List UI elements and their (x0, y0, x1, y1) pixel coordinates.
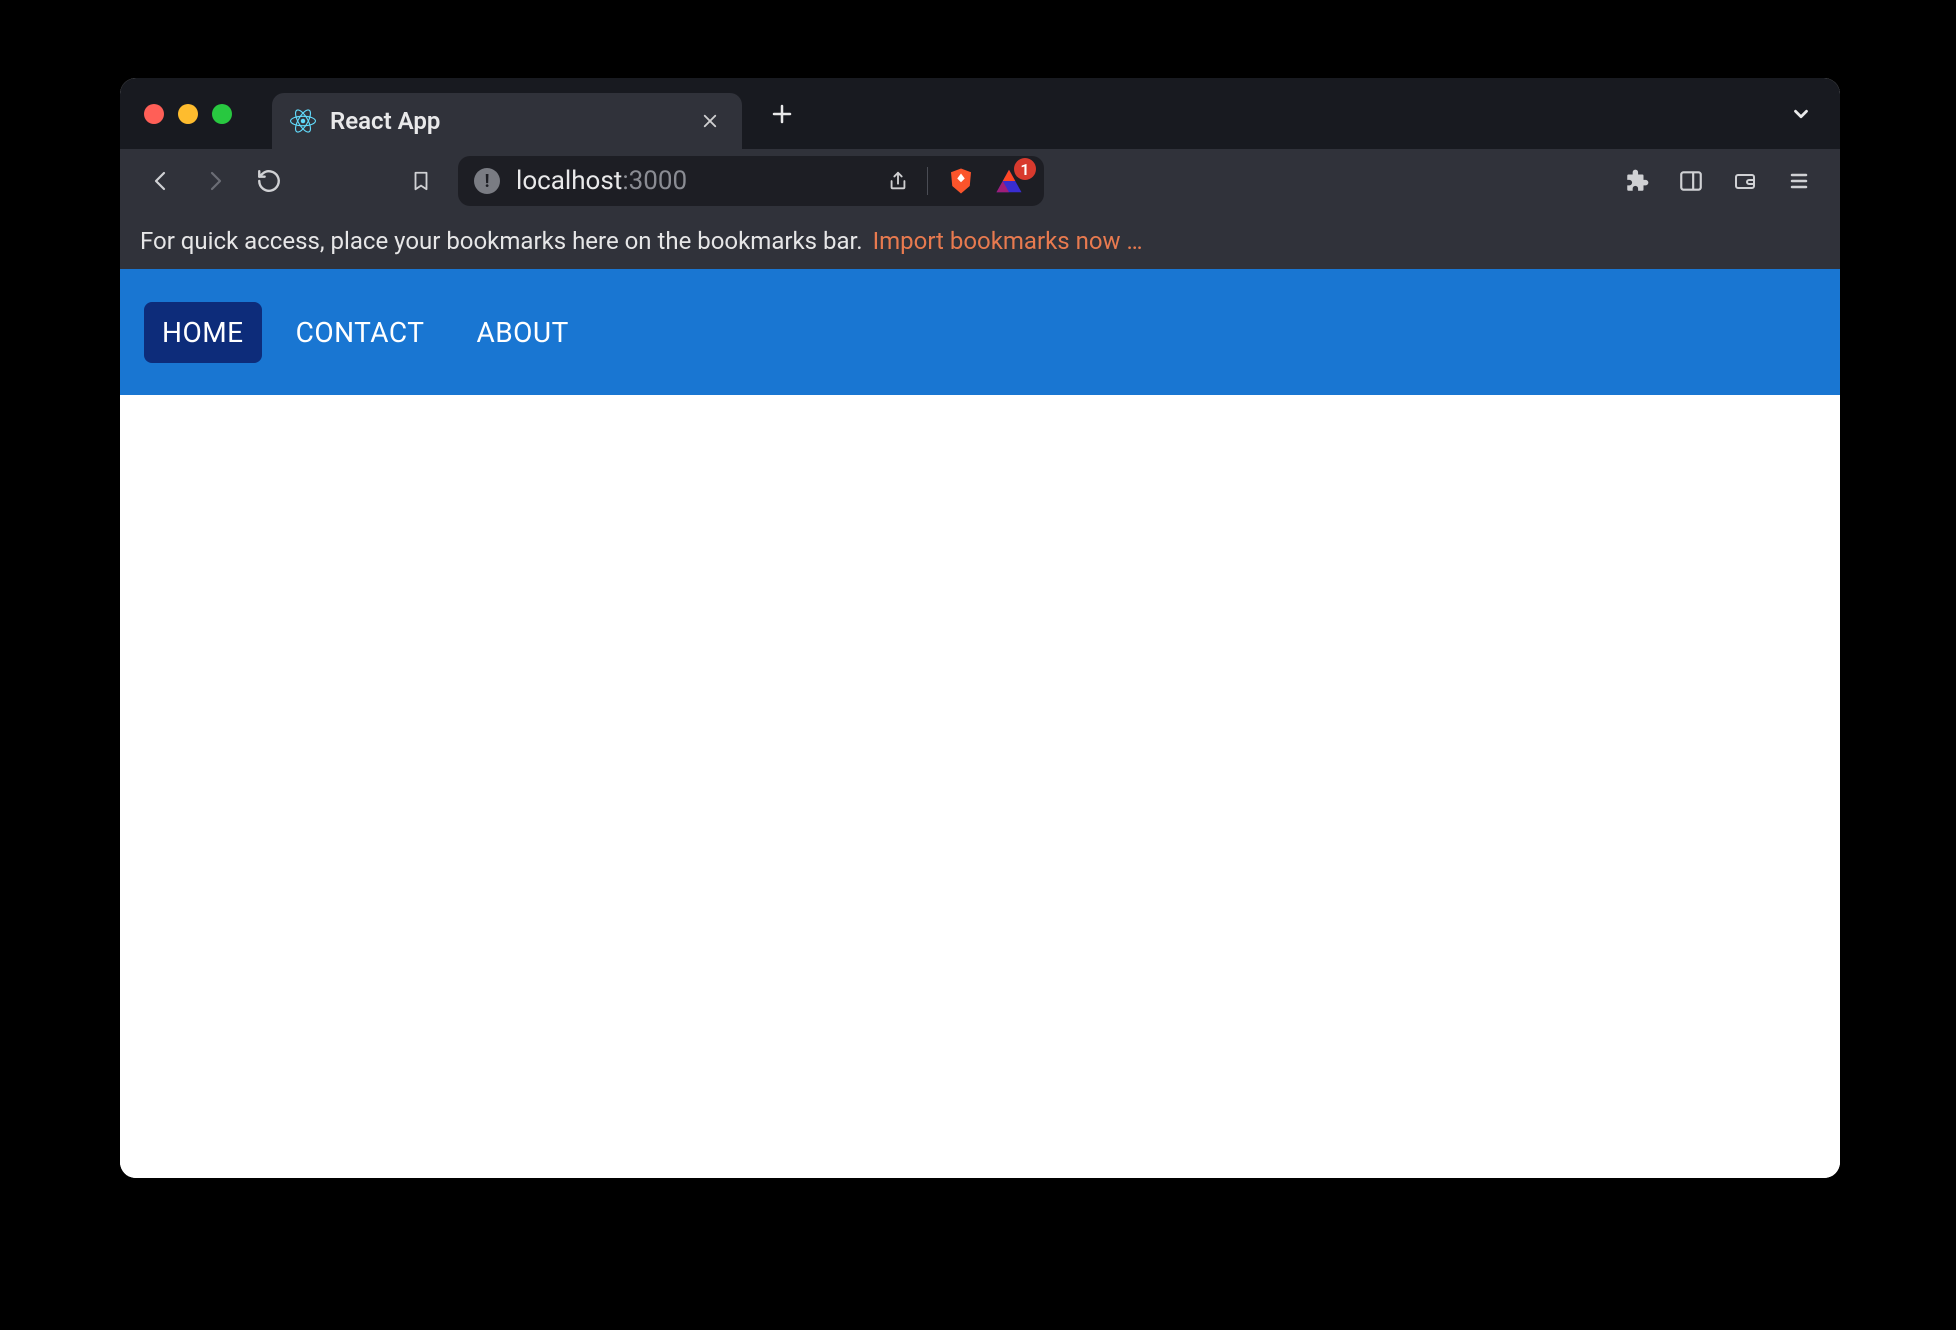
sidepanel-button[interactable] (1668, 158, 1714, 204)
rewards-badge-count: 1 (1014, 158, 1036, 180)
tab-overflow-button[interactable] (1790, 103, 1812, 125)
share-button[interactable] (887, 168, 909, 194)
close-tab-button[interactable] (696, 107, 724, 135)
address-rest: :3000 (622, 166, 687, 196)
nav-item-home[interactable]: HOME (144, 302, 262, 363)
nav-item-about[interactable]: ABOUT (458, 302, 586, 363)
window-minimize-button[interactable] (178, 104, 198, 124)
forward-button[interactable] (192, 158, 238, 204)
brave-shields-icon[interactable] (946, 166, 976, 196)
browser-tab[interactable]: React App (272, 93, 742, 149)
brave-rewards-icon[interactable]: 1 (994, 166, 1028, 196)
browser-toolbar: ! localhost:3000 (120, 149, 1840, 213)
tab-strip: React App (120, 78, 1840, 149)
app-navbar: HOME CONTACT ABOUT (120, 269, 1840, 395)
browser-window: React App (120, 78, 1840, 1178)
wallet-button[interactable] (1722, 158, 1768, 204)
extensions-button[interactable] (1614, 158, 1660, 204)
reload-button[interactable] (246, 158, 292, 204)
bookmarks-bar: For quick access, place your bookmarks h… (120, 213, 1840, 269)
divider (927, 167, 928, 195)
tab-title: React App (330, 107, 682, 135)
react-icon (290, 108, 316, 134)
address-host: localhost (516, 166, 622, 196)
menu-button[interactable] (1776, 158, 1822, 204)
back-button[interactable] (138, 158, 184, 204)
page-body (120, 395, 1840, 1178)
page-content: HOME CONTACT ABOUT (120, 269, 1840, 1178)
new-tab-button[interactable] (770, 102, 794, 126)
window-maximize-button[interactable] (212, 104, 232, 124)
bookmark-button[interactable] (398, 158, 444, 204)
bookmarks-hint-text: For quick access, place your bookmarks h… (140, 227, 863, 255)
window-close-button[interactable] (144, 104, 164, 124)
site-info-icon[interactable]: ! (474, 168, 500, 194)
import-bookmarks-link[interactable]: Import bookmarks now … (873, 227, 1143, 255)
window-controls (144, 104, 232, 124)
nav-item-contact[interactable]: CONTACT (278, 302, 443, 363)
address-bar[interactable]: ! localhost:3000 (458, 156, 1044, 206)
address-text: localhost:3000 (516, 166, 687, 196)
